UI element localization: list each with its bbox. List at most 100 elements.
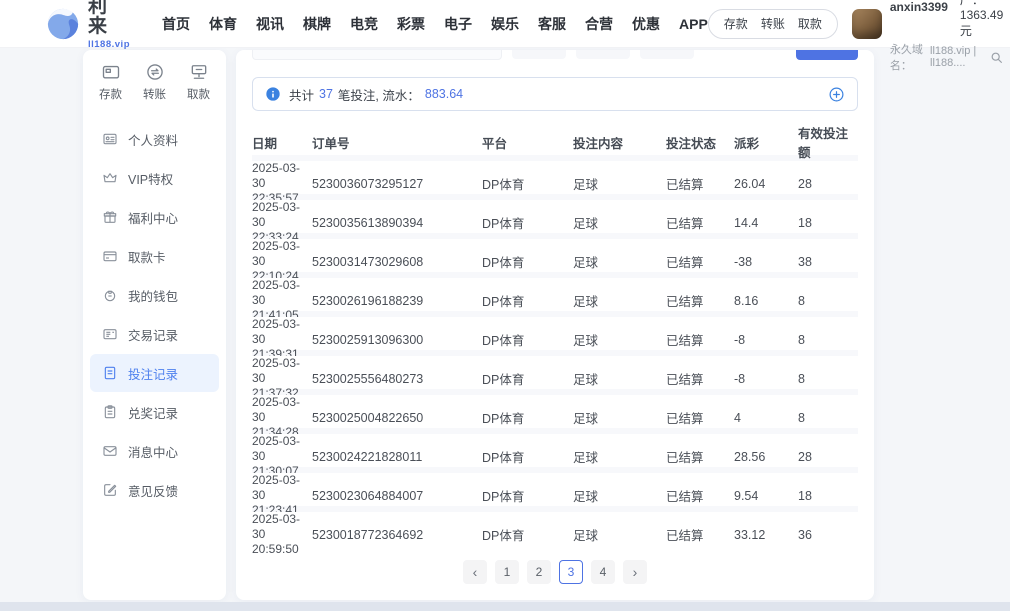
bet-status: 已结算	[666, 369, 734, 388]
ledger-icon	[102, 326, 118, 342]
prev-page-button[interactable]: ‹	[463, 560, 487, 584]
nav-item[interactable]: 体育	[209, 14, 237, 34]
order-number: 5230031473029608	[312, 255, 482, 269]
platform: DP体育	[482, 447, 573, 466]
summary-total-label: 共计	[289, 85, 314, 104]
bet-content: 足球	[573, 486, 666, 505]
nav-item[interactable]: 娱乐	[491, 14, 519, 34]
wallet-pill-action[interactable]: 存款	[724, 15, 748, 32]
sidebar-item-profile[interactable]: 个人资料	[90, 120, 219, 158]
nav-item[interactable]: 视讯	[256, 14, 284, 34]
document-icon	[102, 365, 118, 381]
bet-date: 2025-03-30	[252, 278, 312, 308]
filter-control[interactable]	[576, 50, 630, 59]
valid-bet-amount: 8	[798, 294, 858, 308]
withdraw-icon	[189, 62, 209, 82]
bet-status: 已结算	[666, 447, 734, 466]
valid-bet-amount: 28	[798, 450, 858, 464]
nav-item[interactable]: 彩票	[397, 14, 425, 34]
bet-datetime: 2025-03-30 20:59:50	[252, 512, 312, 557]
deposit-quick-action[interactable]: 存款	[99, 62, 122, 102]
perm-domain-label: 永久域名：	[890, 41, 927, 73]
table-row: 2025-03-30 22:33:24 5230035613890394 DP体…	[252, 200, 858, 233]
table-row: 2025-03-30 21:30:07 5230024221828011 DP体…	[252, 434, 858, 467]
payout: -38	[734, 255, 798, 269]
page-number-button[interactable]: 3	[559, 560, 583, 584]
wallet-pill-action[interactable]: 取款	[798, 15, 822, 32]
deposit-label: 存款	[99, 86, 122, 102]
summary-info-bar: 共计 37 笔投注, 流水： 883.64	[252, 77, 858, 111]
nav-item[interactable]: 合营	[585, 14, 613, 34]
sidebar-menu: 个人资料 VIP特权 福利中心	[83, 120, 226, 509]
valid-bet-amount: 8	[798, 333, 858, 347]
valid-bet-amount: 8	[798, 372, 858, 386]
sidebar-item-transactions[interactable]: 交易记录	[90, 315, 219, 353]
bet-content: 足球	[573, 174, 666, 193]
order-number: 5230025913096300	[312, 333, 482, 347]
brand-logo[interactable]: 利 来 ll188.vip	[46, 0, 130, 50]
gift-icon	[102, 209, 118, 225]
next-page-button[interactable]: ›	[623, 560, 647, 584]
nav-item[interactable]: 棋牌	[303, 14, 331, 34]
column-header: 日期	[252, 133, 312, 152]
withdraw-label: 取款	[187, 86, 210, 102]
column-header: 投注状态	[666, 133, 734, 152]
bet-content: 足球	[573, 330, 666, 349]
bet-status: 已结算	[666, 213, 734, 232]
user-account-block[interactable]: anxin3399 总资产： 1363.49元 永久域名： ll188.vip …	[852, 0, 1003, 73]
bet-status: 已结算	[666, 174, 734, 193]
assets-label: 总资产：	[960, 0, 984, 7]
bet-date: 2025-03-30	[252, 161, 312, 191]
platform: DP体育	[482, 525, 573, 544]
brand-domain: ll188.vip	[88, 39, 130, 50]
transfer-quick-action[interactable]: 转账	[143, 62, 166, 102]
order-number: 5230025556480273	[312, 372, 482, 386]
account-sidebar: 存款 转账 取款	[83, 50, 226, 600]
bet-status: 已结算	[666, 291, 734, 310]
filter-control[interactable]	[640, 50, 694, 59]
table-row: 2025-03-30 21:41:05 5230026196188239 DP体…	[252, 278, 858, 311]
table-row: 2025-03-30 21:37:32 5230025556480273 DP体…	[252, 356, 858, 389]
nav-item[interactable]: 客服	[538, 14, 566, 34]
bet-date: 2025-03-30	[252, 473, 312, 503]
valid-bet-amount: 36	[798, 528, 858, 542]
user-avatar[interactable]	[852, 9, 882, 39]
sidebar-item-withdraw-card[interactable]: 取款卡	[90, 237, 219, 275]
expand-plus-icon[interactable]	[828, 86, 845, 103]
bet-content: 足球	[573, 525, 666, 544]
feedback-pencil-icon	[102, 482, 118, 498]
sidebar-item-wallet[interactable]: 我的钱包	[90, 276, 219, 314]
sidebar-item-vip[interactable]: VIP特权	[90, 159, 219, 197]
platform: DP体育	[482, 291, 573, 310]
column-header: 有效投注额	[798, 123, 858, 161]
sidebar-item-feedback[interactable]: 意见反馈	[90, 471, 219, 509]
nav-item[interactable]: 优惠	[632, 14, 660, 34]
column-header: 投注内容	[573, 133, 666, 152]
bet-date: 2025-03-30	[252, 200, 312, 230]
filter-input[interactable]	[252, 50, 502, 60]
platform: DP体育	[482, 174, 573, 193]
column-header: 派彩	[734, 133, 798, 152]
sidebar-item-redeem-records[interactable]: 兑奖记录	[90, 393, 219, 431]
nav-item[interactable]: 电子	[444, 14, 472, 34]
wallet-icon	[102, 287, 118, 303]
wallet-pill-action[interactable]: 转账	[761, 15, 785, 32]
nav-item[interactable]: APP	[679, 16, 708, 32]
filter-search-button[interactable]	[796, 50, 858, 60]
nav-item[interactable]: 首页	[162, 14, 190, 34]
nav-item[interactable]: 电竞	[350, 14, 378, 34]
sidebar-item-welfare[interactable]: 福利中心	[90, 198, 219, 236]
order-number: 5230025004822650	[312, 411, 482, 425]
search-icon[interactable]	[990, 51, 1003, 64]
assets-value: 1363.49元	[960, 8, 1003, 38]
page-number-button[interactable]: 4	[591, 560, 615, 584]
withdraw-quick-action[interactable]: 取款	[187, 62, 210, 102]
table-row: 2025-03-30 22:10:24 5230031473029608 DP体…	[252, 239, 858, 272]
bet-content: 足球	[573, 447, 666, 466]
filter-control[interactable]	[512, 50, 566, 59]
table-row: 2025-03-30 21:34:28 5230025004822650 DP体…	[252, 395, 858, 428]
page-number-button[interactable]: 2	[527, 560, 551, 584]
page-number-button[interactable]: 1	[495, 560, 519, 584]
sidebar-item-bet-records[interactable]: 投注记录	[90, 354, 219, 392]
sidebar-item-messages[interactable]: 消息中心	[90, 432, 219, 470]
